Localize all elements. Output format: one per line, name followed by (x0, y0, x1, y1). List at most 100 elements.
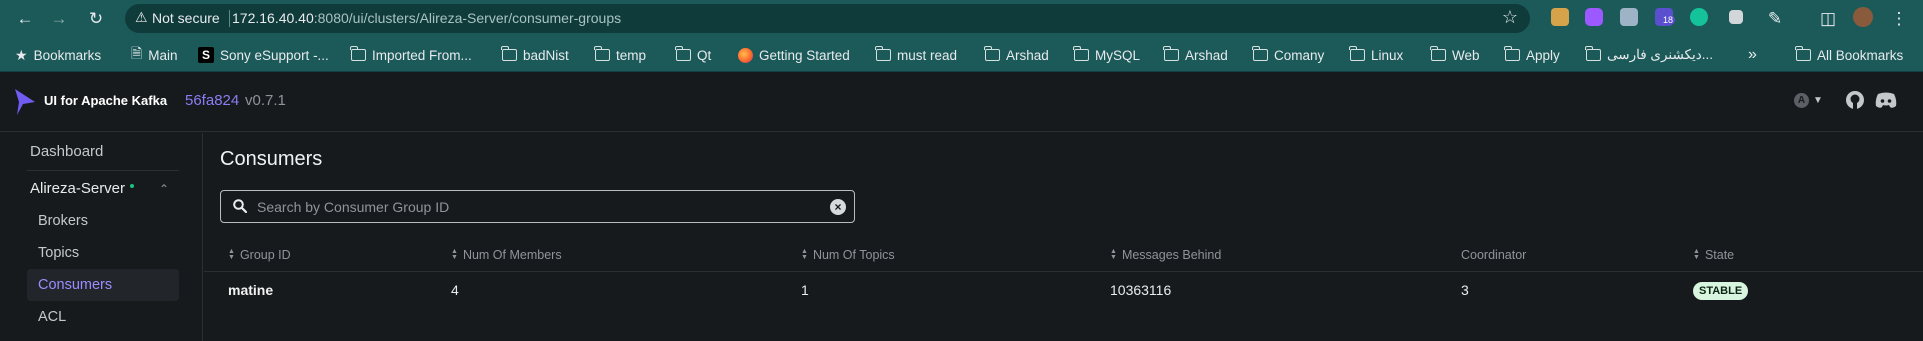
sort-icon: ▲ ▼ (1693, 248, 1700, 261)
sort-icon: ▲ ▼ (1110, 248, 1117, 261)
sidebar-cluster-toggle[interactable]: Alireza-Server ⌃ (27, 173, 179, 205)
reload-button[interactable]: ↻ (84, 7, 108, 31)
sidebar-item-consumers[interactable]: Consumers (27, 269, 179, 301)
bookmark-temp[interactable]: temp (594, 46, 647, 64)
bookmark-label: دیکشنری فارسی... (1607, 47, 1714, 62)
sidebar-item-topics[interactable]: Topics (27, 237, 179, 269)
num-members-cell: 4 (451, 282, 459, 298)
bookmark-label: Arshad (1185, 47, 1228, 63)
bookmarks-manager[interactable]: ★ Bookmarks (15, 46, 101, 64)
bookmark-arshad-2[interactable]: Arshad (1163, 46, 1228, 64)
extension-badge-icon[interactable]: 18 (1655, 8, 1676, 26)
column-header-messages-behind[interactable]: ▲ ▼ Messages Behind (1110, 248, 1221, 262)
sort-icon: ▲ ▼ (228, 248, 235, 261)
clear-search-icon[interactable]: × (830, 199, 846, 215)
column-header-coordinator: Coordinator (1461, 248, 1526, 262)
star-icon: ★ (15, 46, 28, 63)
folder-icon (1163, 46, 1179, 61)
app-name[interactable]: UI for Apache Kafka (44, 93, 167, 108)
security-label[interactable]: Not secure (152, 10, 220, 26)
github-icon[interactable] (1845, 90, 1865, 110)
warning-icon: ⚠ (135, 9, 148, 25)
profile-avatar[interactable] (1853, 7, 1873, 27)
bookmark-comany[interactable]: Comany (1252, 46, 1325, 64)
forward-button[interactable]: → (47, 7, 71, 31)
bookmark-persian-dictionary[interactable]: دیکشنری فارسی... (1585, 46, 1714, 64)
search-input[interactable] (257, 191, 817, 222)
bookmark-qt[interactable]: Qt (675, 46, 711, 64)
bookmark-web[interactable]: Web (1430, 46, 1480, 64)
extension-cookie-icon[interactable] (1551, 8, 1569, 26)
cluster-name: Alireza-Server (30, 180, 126, 197)
bookmark-all-bookmarks[interactable]: All Bookmarks (1795, 46, 1904, 64)
sony-icon: S (198, 47, 214, 63)
bookmark-apply[interactable]: Apply (1504, 46, 1560, 64)
discord-icon[interactable] (1875, 92, 1897, 109)
bookmark-must-read[interactable]: must read (875, 46, 958, 64)
sidebar-item-acl[interactable]: ACL (27, 301, 179, 333)
chevron-up-icon: ⌃ (158, 182, 169, 196)
bookmark-label: must read (897, 47, 958, 63)
bookmark-sony[interactable]: S Sony eSupport -... (198, 46, 329, 64)
column-header-group-id[interactable]: ▲ ▼ Group ID (228, 248, 291, 262)
extensions-puzzle-icon[interactable]: ✎ (1763, 7, 1787, 31)
folder-icon (1073, 46, 1089, 61)
bookmark-imported[interactable]: Imported From... (350, 46, 472, 64)
bookmarks-overflow-chevron-icon[interactable]: » (1748, 46, 1757, 64)
bookmark-mysql[interactable]: MySQL (1073, 46, 1141, 64)
column-header-label: Num Of Members (462, 248, 562, 262)
column-header-num-topics[interactable]: ▲ ▼ Num Of Topics (801, 248, 895, 262)
extension-record-icon[interactable] (1729, 10, 1743, 24)
sidebar-divider (27, 170, 179, 171)
num-topics-cell: 1 (801, 282, 809, 298)
bookmark-label: All Bookmarks (1817, 47, 1904, 63)
user-menu[interactable]: A ▼ (1794, 93, 1823, 108)
bookmark-badnist[interactable]: badNist (501, 46, 569, 64)
sidebar-item-brokers[interactable]: Brokers (27, 205, 179, 237)
extension-color-icon[interactable] (1585, 8, 1603, 26)
bookmark-star-icon[interactable]: ☆ (1502, 7, 1518, 28)
grammarly-icon[interactable] (1690, 8, 1708, 26)
folder-icon (675, 46, 691, 61)
bookmark-label: temp (616, 47, 647, 63)
bookmark-label: badNist (523, 47, 569, 63)
bookmark-arshad[interactable]: Arshad (984, 46, 1049, 64)
bookmark-label: MySQL (1095, 47, 1141, 63)
firefox-icon (738, 47, 753, 63)
commit-link[interactable]: 56fa824 (185, 92, 239, 109)
bookmark-linux[interactable]: Linux (1349, 46, 1404, 64)
app-version: v0.7.1 (245, 92, 286, 109)
url-text[interactable]: 172.16.40.40:8080/ui/clusters/Alireza-Se… (232, 10, 621, 26)
sidebar: Dashboard Alireza-Server ⌃ Brokers Topic… (0, 133, 203, 341)
folder-icon (501, 46, 517, 61)
bookmark-label: Comany (1274, 47, 1325, 63)
address-bar[interactable]: ⚠ Not secure 172.16.40.40:8080/ui/cluste… (125, 4, 1530, 33)
bookmark-label: Linux (1371, 47, 1404, 63)
side-panel-icon[interactable]: ◫ (1816, 7, 1840, 31)
column-header-state[interactable]: ▲ ▼ State (1693, 248, 1734, 262)
column-header-label: Coordinator (1461, 248, 1527, 262)
browser-menu-icon[interactable]: ⋮ (1887, 7, 1911, 31)
column-header-num-members[interactable]: ▲ ▼ Num Of Members (451, 248, 562, 262)
state-badge: STABLE (1693, 282, 1749, 300)
bookmark-main[interactable]: 🗎 Main (131, 45, 178, 64)
sidebar-item-dashboard[interactable]: Dashboard (27, 136, 179, 168)
extension-badge-count: 18 (1661, 15, 1676, 25)
column-header-label: Num Of Topics (812, 248, 895, 262)
coordinator-cell: 3 (1461, 282, 1469, 298)
consumer-search[interactable]: × (220, 190, 855, 223)
address-divider (229, 10, 230, 27)
table-header-divider (204, 271, 1923, 272)
sort-icon: ▲ ▼ (451, 248, 458, 261)
chevron-down-icon: ▼ (1813, 95, 1823, 106)
folder-icon (1430, 46, 1446, 61)
kafka-ui-logo-icon[interactable] (13, 87, 37, 117)
bookmark-getting-started[interactable]: Getting Started (738, 46, 850, 64)
folder-icon (875, 46, 891, 61)
group-id-link[interactable]: matine (228, 282, 273, 298)
sort-icon: ▲ ▼ (801, 248, 808, 261)
column-header-label: Messages Behind (1121, 248, 1222, 262)
back-button[interactable]: ← (13, 7, 37, 31)
extension-tool-icon[interactable] (1620, 8, 1638, 26)
bookmark-label: Arshad (1006, 47, 1049, 63)
